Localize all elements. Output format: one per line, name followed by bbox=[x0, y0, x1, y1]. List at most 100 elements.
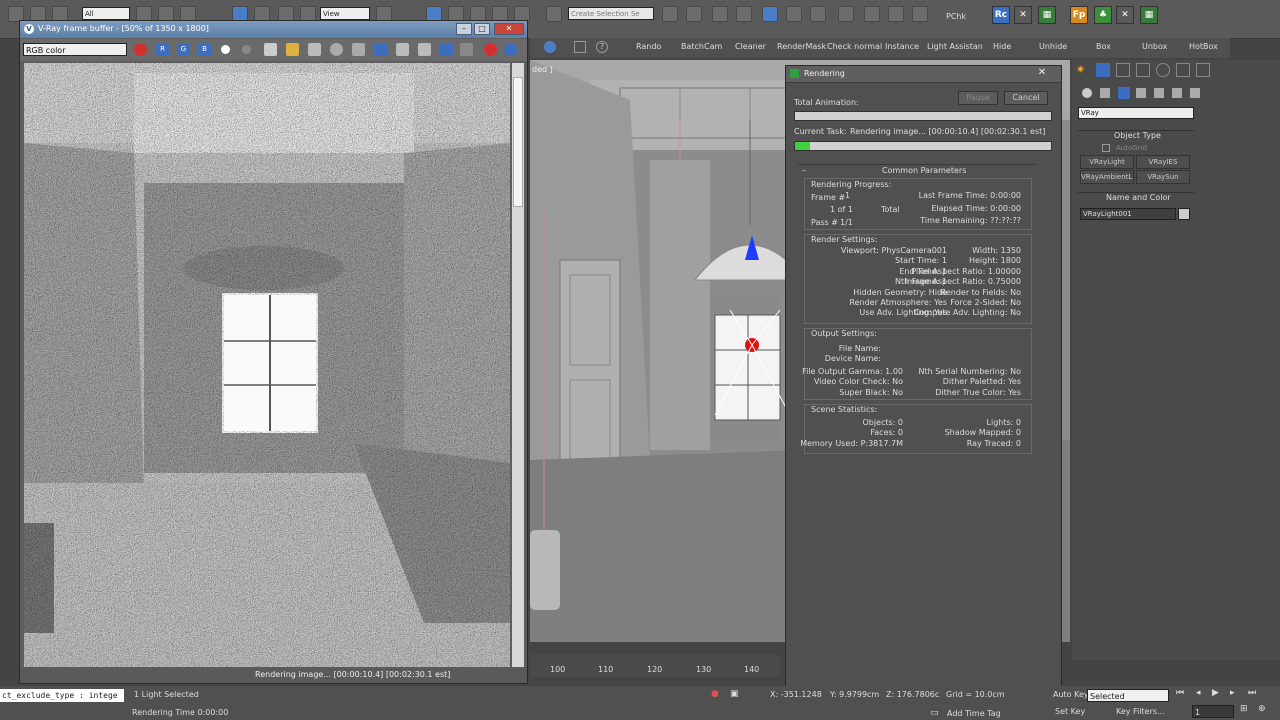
hierarchy-tab-icon[interactable] bbox=[1136, 63, 1150, 77]
display-tab-icon[interactable] bbox=[1176, 63, 1190, 77]
save-image-icon[interactable] bbox=[264, 43, 277, 56]
close-button[interactable]: ✕ bbox=[494, 23, 524, 35]
category-dropdown[interactable]: VRay bbox=[1078, 107, 1194, 119]
rendered-image[interactable] bbox=[24, 63, 510, 667]
pick-region-icon[interactable] bbox=[460, 43, 473, 56]
unhide-button[interactable]: Unhide bbox=[1039, 42, 1067, 51]
spacewarps-icon[interactable] bbox=[1172, 88, 1182, 98]
spreadsheet-icon[interactable]: ▦ bbox=[1038, 6, 1056, 24]
play-icon[interactable]: ▶ bbox=[1212, 688, 1219, 698]
time-tag-icon[interactable]: ▭ bbox=[930, 708, 939, 718]
track-bar[interactable]: 100 110 120 130 140 bbox=[530, 655, 780, 677]
hide-button[interactable]: Hide bbox=[993, 42, 1011, 51]
modify-tab-icon[interactable] bbox=[1116, 63, 1130, 77]
rendered-frame-window-icon[interactable] bbox=[864, 6, 880, 22]
clear-image-icon[interactable] bbox=[308, 43, 321, 56]
unbox-button[interactable]: Unbox bbox=[1142, 42, 1167, 51]
instance-button[interactable]: Instance bbox=[885, 42, 919, 51]
auto-key-button[interactable]: Auto Key bbox=[1053, 690, 1089, 699]
link-icon[interactable] bbox=[418, 43, 431, 56]
go-to-end-icon[interactable]: ⏭ bbox=[1248, 688, 1256, 698]
object-name-field[interactable]: VRayLight001 bbox=[1080, 208, 1176, 220]
material-editor-icon[interactable] bbox=[810, 6, 826, 22]
close-button[interactable]: ✕ bbox=[1034, 67, 1050, 79]
mirror-icon[interactable] bbox=[662, 6, 678, 22]
rendermask-button[interactable]: RenderMask bbox=[777, 42, 826, 51]
viewport-label[interactable]: ded ] bbox=[532, 65, 553, 74]
next-frame-icon[interactable]: ▸ bbox=[1230, 688, 1235, 698]
curve-editor-icon[interactable] bbox=[762, 6, 778, 22]
common-parameters-header[interactable]: Common Parameters bbox=[882, 166, 966, 175]
color-picker-icon[interactable] bbox=[134, 43, 147, 56]
pause-button[interactable]: Pause bbox=[958, 91, 998, 105]
layer-manager-icon[interactable] bbox=[712, 6, 728, 22]
box-icon[interactable] bbox=[574, 41, 586, 53]
vrayies-button[interactable]: VRayIES bbox=[1136, 155, 1190, 169]
name-and-color-header[interactable]: Name and Color bbox=[1106, 193, 1171, 202]
box-button[interactable]: Box bbox=[1096, 42, 1111, 51]
cameras-icon[interactable] bbox=[1136, 88, 1146, 98]
add-time-tag-button[interactable]: Add Time Tag bbox=[947, 709, 1001, 718]
vraysun-button[interactable]: VRaySun bbox=[1136, 170, 1190, 184]
key-filters-button[interactable]: Key Filters... bbox=[1116, 707, 1165, 716]
vrayambientlight-button[interactable]: VRayAmbientLig bbox=[1080, 170, 1134, 184]
y-coordinate[interactable]: Y: 9.9799cm bbox=[830, 690, 879, 699]
reference-coordinate-dropdown[interactable]: View bbox=[320, 7, 370, 20]
rendering-titlebar[interactable]: Rendering ✕ bbox=[786, 66, 1061, 83]
check-normal-button[interactable]: Check normal bbox=[827, 42, 882, 51]
green-channel-icon[interactable]: G bbox=[177, 43, 190, 56]
vraylight-button[interactable]: VRayLight bbox=[1080, 155, 1134, 169]
rollout-minus-icon[interactable]: – bbox=[802, 166, 806, 175]
render-production-icon[interactable] bbox=[888, 6, 904, 22]
maximize-button[interactable]: □ bbox=[474, 23, 490, 35]
load-image-icon[interactable] bbox=[286, 43, 299, 56]
geometry-icon[interactable] bbox=[1082, 88, 1092, 98]
autogrid-checkbox[interactable] bbox=[1102, 144, 1110, 152]
time-config-icon[interactable]: ⊞ bbox=[1240, 704, 1248, 714]
render-last-icon[interactable] bbox=[440, 43, 453, 56]
sun-icon[interactable]: ✷ bbox=[1076, 64, 1088, 76]
rando-button[interactable]: Rando bbox=[636, 42, 661, 51]
cleaner-button[interactable]: Cleaner bbox=[735, 42, 766, 51]
mono-icon[interactable] bbox=[242, 45, 251, 54]
systems-icon[interactable] bbox=[1190, 88, 1200, 98]
blue-channel-icon[interactable]: B bbox=[198, 43, 211, 56]
stop-render-icon[interactable] bbox=[484, 43, 497, 56]
rc-script-icon[interactable]: Rc bbox=[992, 6, 1010, 24]
batchcam-button[interactable]: BatchCam bbox=[681, 42, 722, 51]
region-render-icon[interactable] bbox=[396, 43, 409, 56]
shapes-icon[interactable] bbox=[1100, 88, 1110, 98]
help-icon[interactable]: ? bbox=[596, 41, 608, 53]
schematic-view-icon[interactable] bbox=[786, 6, 802, 22]
teapot-icon[interactable] bbox=[912, 6, 928, 22]
red-channel-icon[interactable]: R bbox=[156, 43, 169, 56]
forest-pack-icon[interactable]: Fp bbox=[1070, 6, 1088, 24]
hotbox-button[interactable]: HotBox bbox=[1189, 42, 1218, 51]
previous-frame-icon[interactable]: ◂ bbox=[1196, 688, 1201, 698]
padlock-icon[interactable]: ▣ bbox=[730, 689, 739, 699]
light-assistant-button[interactable]: Light Assistan bbox=[927, 42, 983, 51]
x-coordinate[interactable]: X: -351.1248 bbox=[770, 690, 822, 699]
create-tab-icon[interactable] bbox=[1096, 63, 1110, 77]
grid-tool-icon[interactable]: ▦ bbox=[1140, 6, 1158, 24]
follow-mouse-icon[interactable] bbox=[374, 43, 387, 56]
pchk-label[interactable]: PChk bbox=[946, 12, 966, 21]
align-icon[interactable] bbox=[686, 6, 702, 22]
object-type-header[interactable]: Object Type bbox=[1114, 131, 1161, 140]
channel-dropdown[interactable]: RGB color bbox=[23, 43, 127, 56]
utilities-tab-icon[interactable] bbox=[1196, 63, 1210, 77]
current-frame-field[interactable]: 1 bbox=[1192, 705, 1234, 718]
wrench-icon[interactable]: ✕ bbox=[1116, 6, 1134, 24]
brush-icon[interactable] bbox=[546, 6, 562, 22]
scrollbar-thumb[interactable] bbox=[513, 77, 523, 207]
lights-icon[interactable] bbox=[1118, 87, 1130, 99]
tools-icon[interactable]: ✕ bbox=[1014, 6, 1032, 24]
minimize-button[interactable]: – bbox=[456, 23, 472, 35]
z-coordinate[interactable]: Z: 176.7806c bbox=[886, 690, 939, 699]
sphere-icon[interactable] bbox=[544, 41, 556, 53]
track-mouse-icon[interactable] bbox=[330, 43, 343, 56]
graphite-tools-icon[interactable] bbox=[736, 6, 752, 22]
alpha-icon[interactable] bbox=[221, 45, 230, 54]
maxscript-listener-field[interactable]: ct_exclude_type : intege bbox=[0, 689, 124, 702]
render-icon[interactable] bbox=[504, 43, 517, 56]
